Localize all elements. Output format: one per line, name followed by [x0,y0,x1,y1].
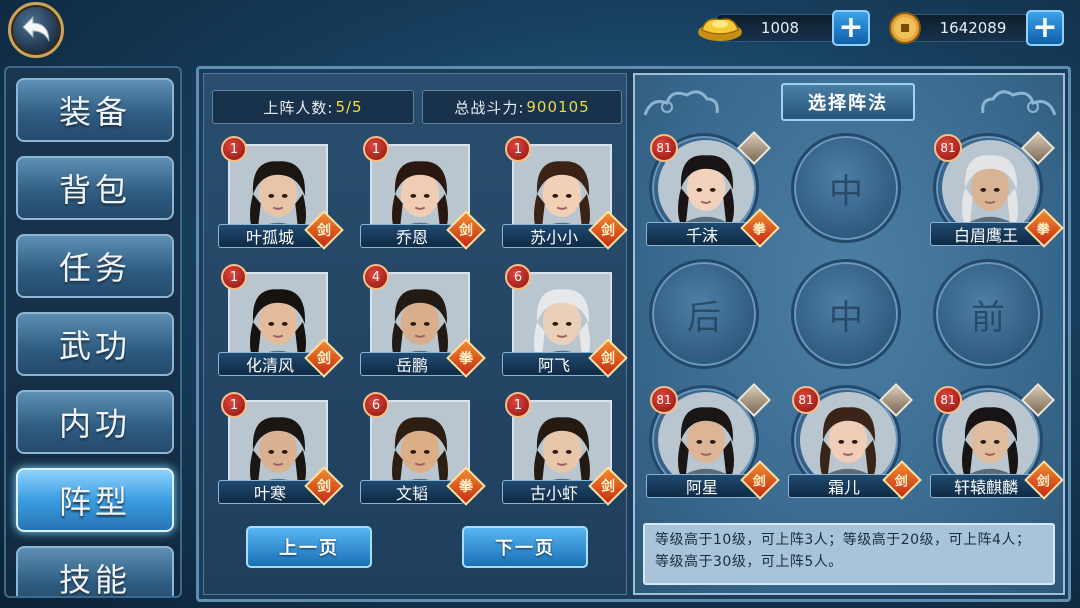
formation-window: 上阵人数: 5/5 总战斗力: 900105 1 叶孤城剑 1 乔恩剑 1 苏小小剑 1 化清… [196,66,1071,602]
hero-level-badge: 1 [505,136,531,162]
deployed-count-value: 5/5 [335,98,363,116]
slot-position-mark: 中 [829,297,863,338]
hero-card[interactable]: 1 化清风剑 [218,264,344,384]
gold-amount: 1008 [760,19,800,37]
slot-hero-type-glyph: 剑 [753,474,767,490]
slot-hero-level-badge: 81 [934,134,962,162]
formation-slot-hero[interactable]: 81 霜儿剑 [788,383,922,500]
formation-slot-hero[interactable]: 81 千沫拳 [646,131,780,248]
formation-slot-empty[interactable]: 中 [791,259,901,369]
slot-hero-type-glyph: 拳 [1037,222,1051,238]
hero-level-badge: 4 [363,264,389,290]
hero-card[interactable]: 1 叶寒剑 [218,392,344,512]
total-power-label: 总战斗力: [454,98,525,117]
slot-hero-level-badge: 81 [650,134,678,162]
formation-slot-hero[interactable]: 81 白眉鹰王拳 [930,131,1064,248]
slot-hero-type-glyph: 剑 [895,474,909,490]
formation-slot-empty[interactable]: 中 [791,133,901,243]
hero-level-badge: 1 [221,264,247,290]
back-button[interactable] [8,2,64,58]
coin-currency: 1642089 + [886,8,1066,48]
sidebar-item-inner-power[interactable]: 内功 [16,390,174,454]
sidebar-menu: 装备 背包 任务 武功 内功 阵型 技能 [4,66,182,598]
hero-card[interactable]: 6 阿飞剑 [502,264,628,384]
copper-coin-icon [889,12,921,44]
hero-type-glyph: 拳 [459,351,473,367]
gold-ingot-icon [698,18,742,41]
hero-type-glyph: 剑 [317,223,331,239]
hero-card[interactable]: 6 文韬拳 [360,392,486,512]
next-page-button[interactable]: 下一页 [462,526,588,568]
cloud-ornament-icon [643,90,719,116]
slot-hero-type-glyph: 拳 [753,222,767,238]
hero-level-badge: 1 [221,392,247,418]
cloud-ornament-icon [981,90,1057,116]
slot-hero-level-badge: 81 [650,386,678,414]
slot-position-mark: 中 [829,171,863,212]
hero-type-glyph: 剑 [601,351,615,367]
slot-hero-level-badge: 81 [792,386,820,414]
hero-type-glyph: 剑 [601,223,615,239]
gold-currency: 1008 + [696,8,872,48]
formation-slot-empty[interactable]: 后 [649,259,759,369]
sidebar-item-equipment[interactable]: 装备 [16,78,174,142]
hero-level-badge: 1 [505,392,531,418]
formation-slot-empty[interactable]: 前 [933,259,1043,369]
formation-info-text: 等级高于10级，可上阵3人；等级高于20级，可上阵4人；等级高于30级，可上阵5… [643,523,1055,585]
hero-type-glyph: 剑 [317,479,331,495]
hero-type-glyph: 拳 [459,479,473,495]
hero-type-glyph: 剑 [317,351,331,367]
formation-slot-hero[interactable]: 81 轩辕麒麟剑 [930,383,1064,500]
hero-type-glyph: 剑 [459,223,473,239]
add-coin-button[interactable]: + [1026,10,1064,46]
slot-hero-level-badge: 81 [934,386,962,414]
hero-card[interactable]: 1 叶孤城剑 [218,136,344,256]
hero-card[interactable]: 1 古小虾剑 [502,392,628,512]
sidebar-item-martial-arts[interactable]: 武功 [16,312,174,376]
hero-card[interactable]: 1 苏小小剑 [502,136,628,256]
sidebar-item-skills[interactable]: 技能 [16,546,174,596]
hero-level-badge: 6 [363,392,389,418]
back-arrow-icon [22,15,50,42]
coin-amount: 1642089 [939,19,1007,37]
formation-panel: 选择阵法 81 千沫拳中 81 白眉鹰王拳后中前 81 阿星剑 81 霜儿剑 81 轩辕麒麟剑 等… [633,73,1065,595]
hero-level-badge: 6 [505,264,531,290]
hero-level-badge: 1 [363,136,389,162]
hero-card[interactable]: 1 乔恩剑 [360,136,486,256]
hero-level-badge: 1 [221,136,247,162]
slot-position-mark: 后 [687,297,721,338]
slot-hero-type-glyph: 剑 [1037,474,1051,490]
deployed-count-label: 上阵人数: [263,98,334,117]
formation-slot-hero[interactable]: 81 阿星剑 [646,383,780,500]
total-power: 总战斗力: 900105 [422,90,622,124]
slot-position-mark: 前 [971,297,1005,338]
hero-card[interactable]: 4 岳鹏拳 [360,264,486,384]
hero-type-glyph: 剑 [601,479,615,495]
sidebar-item-tasks[interactable]: 任务 [16,234,174,298]
add-gold-button[interactable]: + [832,10,870,46]
deployed-count: 上阵人数: 5/5 [212,90,414,124]
sidebar-item-bag[interactable]: 背包 [16,156,174,220]
sidebar-item-formation[interactable]: 阵型 [16,468,174,532]
total-power-value: 900105 [526,98,590,116]
hero-roster-panel: 上阵人数: 5/5 总战斗力: 900105 1 叶孤城剑 1 乔恩剑 1 苏小小剑 1 化清… [203,73,628,595]
prev-page-button[interactable]: 上一页 [246,526,372,568]
select-formation-button[interactable]: 选择阵法 [781,83,915,121]
